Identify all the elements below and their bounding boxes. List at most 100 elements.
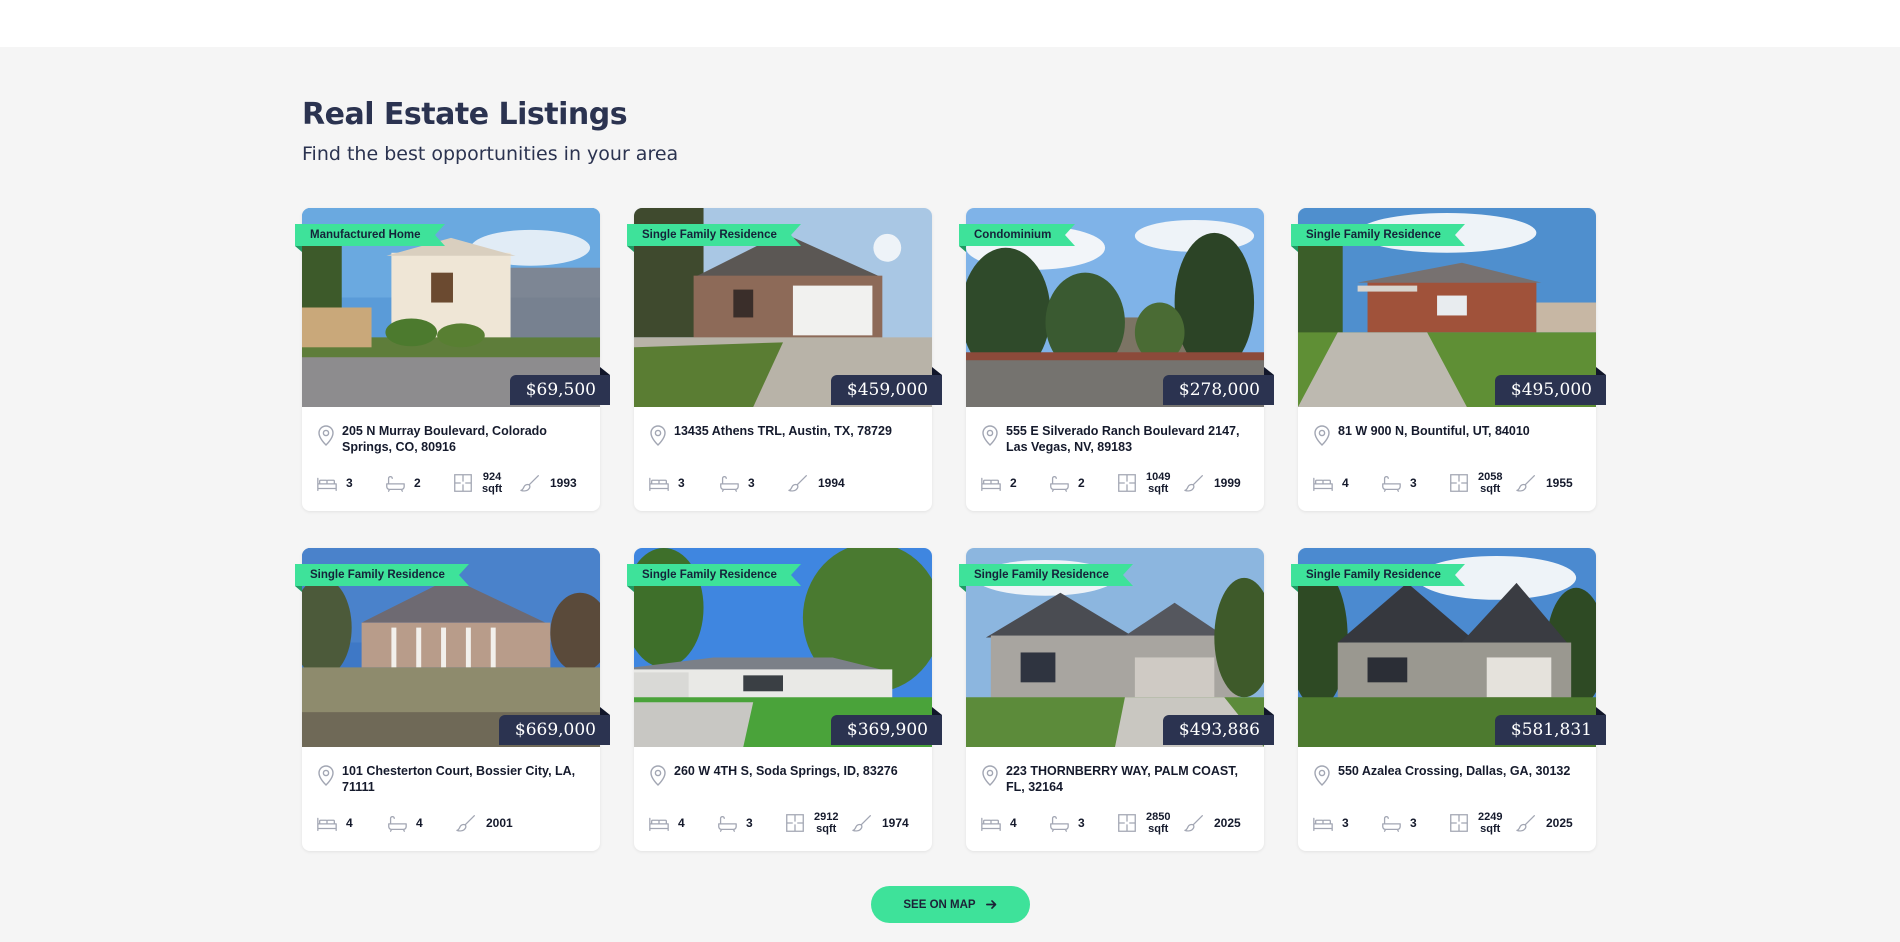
address-text[interactable]: 550 Azalea Crossing, Dallas, GA, 30132 [1338,763,1570,779]
listing-card[interactable]: Single Family Residence $459,000 13435 A… [627,208,943,511]
address-text[interactable]: 260 W 4TH S, Soda Springs, ID, 83276 [674,763,898,779]
price-badge: $69,500 [509,367,611,405]
address-row: 223 THORNBERRY WAY, PALM COAST, FL, 3216… [980,763,1250,797]
floor-plan-icon [786,814,804,832]
floor-plan-icon [1118,814,1136,832]
listing-details: 205 N Murray Boulevard, Colorado Springs… [302,407,600,511]
address-row: 550 Azalea Crossing, Dallas, GA, 30132 [1312,763,1582,797]
address-text[interactable]: 13435 Athens TRL, Austin, TX, 78729 [674,423,892,439]
address-row: 101 Chesterton Court, Bossier City, LA, … [316,763,586,797]
year-built: 2001 [456,813,513,833]
paint-brush-icon [788,475,807,492]
bathrooms: 3 [1380,473,1448,493]
bathrooms-count: 4 [416,816,423,830]
address-row: 81 W 900 N, Bountiful, UT, 84010 [1312,423,1582,457]
listing-card[interactable]: Condominium $278,000 555 E Silverado Ran… [959,208,1275,511]
location-pin-icon [982,425,998,446]
see-on-map-button[interactable]: SEE ON MAP [871,886,1030,923]
price-badge: $581,831 [1494,707,1607,745]
property-type-tag: Condominium [959,224,1076,252]
bath-icon [1050,815,1069,832]
bathrooms: 3 [1380,813,1448,833]
bedrooms: 4 [648,813,716,833]
bedrooms: 3 [648,473,718,493]
bath-icon [1382,815,1401,832]
address-text[interactable]: 555 E Silverado Ranch Boulevard 2147, La… [1006,423,1250,455]
listing-details: 101 Chesterton Court, Bossier City, LA, … [302,747,600,851]
property-type-tag: Single Family Residence [627,224,801,252]
location-pin-icon [318,425,334,446]
paint-brush-icon [520,475,539,492]
location-pin-icon [650,765,666,786]
address-row: 555 E Silverado Ranch Boulevard 2147, La… [980,423,1250,457]
bathrooms: 4 [386,813,456,833]
area-unit: sqft [1480,823,1501,835]
listing-card[interactable]: Single Family Residence $369,900 260 W 4… [627,548,943,851]
area-number: 2850 [1146,811,1171,823]
bathrooms-count: 3 [746,816,753,830]
bathrooms: 3 [1048,813,1116,833]
bed-icon [649,477,669,491]
listing-card[interactable]: Single Family Residence $495,000 81 W 90… [1291,208,1607,511]
price-badge: $459,000 [830,367,943,405]
price-badge: $495,000 [1494,367,1607,405]
address-text[interactable]: 205 N Murray Boulevard, Colorado Springs… [342,423,586,455]
bedrooms-count: 3 [1342,816,1349,830]
listing-details: 81 W 900 N, Bountiful, UT, 84010 4 3 205… [1298,407,1596,511]
price-badge: $369,900 [830,707,943,745]
bedrooms: 3 [1312,813,1380,833]
area-unit: sqft [1148,483,1169,495]
bedrooms-count: 3 [346,476,353,490]
address-row: 205 N Murray Boulevard, Colorado Springs… [316,423,586,457]
year-built: 2025 [1184,813,1241,833]
listing-details: 260 W 4TH S, Soda Springs, ID, 83276 4 3… [634,747,932,851]
year-built-value: 2001 [486,816,513,830]
year-built: 1999 [1184,473,1241,493]
address-text[interactable]: 101 Chesterton Court, Bossier City, LA, … [342,763,586,795]
year-built-value: 1994 [818,476,845,490]
area-number: 2912 [814,811,839,823]
bath-icon [386,475,405,492]
bedrooms: 4 [316,813,386,833]
address-text[interactable]: 81 W 900 N, Bountiful, UT, 84010 [1338,423,1530,439]
year-built: 1974 [852,813,909,833]
property-type-tag: Single Family Residence [959,564,1133,592]
bedrooms-count: 4 [678,816,685,830]
top-bar [0,0,1900,47]
living-area-value: 2850 sqft [1146,811,1170,835]
living-area: 2850 sqft [1116,811,1184,835]
listing-card[interactable]: Single Family Residence $669,000 101 Che… [295,548,611,851]
bathrooms-count: 3 [1078,816,1085,830]
listing-card[interactable]: Manufactured Home $69,500 205 N Murray B… [295,208,611,511]
area-number: 2249 [1478,811,1503,823]
bath-icon [718,815,737,832]
area-unit: sqft [1480,483,1501,495]
listing-image-container: Condominium $278,000 [959,208,1275,407]
paint-brush-icon [1184,815,1203,832]
area-unit: sqft [816,823,837,835]
living-area-value: 2912 sqft [814,811,838,835]
features-row: 3 3 1994 [648,469,918,497]
bedrooms: 2 [980,473,1048,493]
page-subtitle: Find the best opportunities in your area [302,143,679,165]
features-row: 4 3 2912 sqft 1974 [648,809,918,837]
location-pin-icon [982,765,998,786]
bathrooms-count: 2 [414,476,421,490]
bath-icon [1050,475,1069,492]
floor-plan-icon [454,474,472,492]
address-text[interactable]: 223 THORNBERRY WAY, PALM COAST, FL, 3216… [1006,763,1250,795]
listing-card[interactable]: Single Family Residence $581,831 550 Aza… [1291,548,1607,851]
year-built: 1994 [788,473,845,493]
listing-card[interactable]: Single Family Residence $493,886 223 THO… [959,548,1275,851]
bathrooms: 3 [718,473,788,493]
living-area: 2058 sqft [1448,471,1516,495]
floor-plan-icon [1450,814,1468,832]
bathrooms: 2 [1048,473,1116,493]
year-built-value: 2025 [1546,816,1573,830]
paint-brush-icon [1184,475,1203,492]
listing-image-container: Single Family Residence $459,000 [627,208,943,407]
listing-details: 223 THORNBERRY WAY, PALM COAST, FL, 3216… [966,747,1264,851]
bathrooms: 3 [716,813,784,833]
location-pin-icon [318,765,334,786]
location-pin-icon [650,425,666,446]
